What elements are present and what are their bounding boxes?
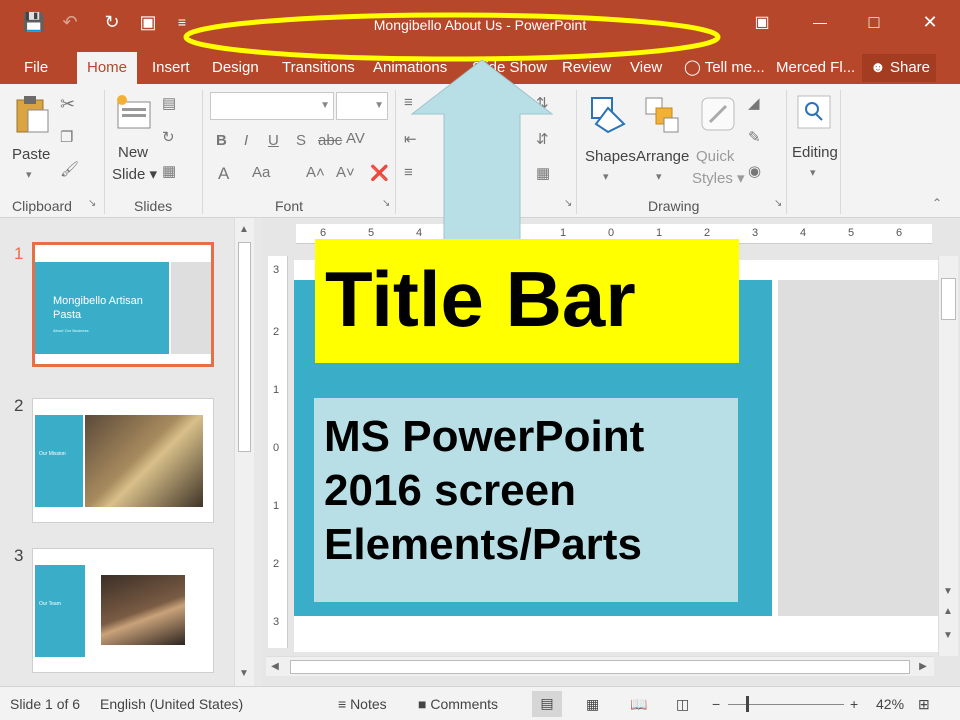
language-indicator[interactable]: English (United States) xyxy=(100,696,243,712)
normal-view-icon[interactable]: ▤ xyxy=(532,691,562,717)
comments-button[interactable]: ■ Comments xyxy=(418,696,498,712)
comment-icon: ■ xyxy=(418,696,427,712)
notes-icon: ≡ xyxy=(338,696,347,712)
reading-view-icon[interactable]: 📖 xyxy=(630,696,647,713)
zoom-slider-thumb[interactable] xyxy=(746,696,749,712)
title-bar-highlight-ellipse xyxy=(183,12,721,62)
status-bar: Slide 1 of 6 English (United States) ≡ N… xyxy=(0,686,960,720)
slide-sorter-icon[interactable]: ▦ xyxy=(586,696,599,713)
annotation-arrow xyxy=(410,59,554,241)
fit-slide-icon[interactable]: ⊞ xyxy=(918,696,930,713)
comments-label: Comments xyxy=(430,696,499,712)
slideshow-view-icon[interactable]: ◫ xyxy=(676,696,689,713)
notes-label: Notes xyxy=(350,696,387,712)
zoom-in-button[interactable]: + xyxy=(850,696,858,712)
slide-counter: Slide 1 of 6 xyxy=(10,696,81,712)
zoom-out-button[interactable]: − xyxy=(712,696,720,712)
annotation-title: Title Bar xyxy=(315,239,739,363)
annotation-description: MS PowerPoint 2016 screen Elements/Parts xyxy=(314,398,738,602)
notes-button[interactable]: ≡ Notes xyxy=(338,696,387,712)
zoom-level[interactable]: 42% xyxy=(876,696,904,712)
